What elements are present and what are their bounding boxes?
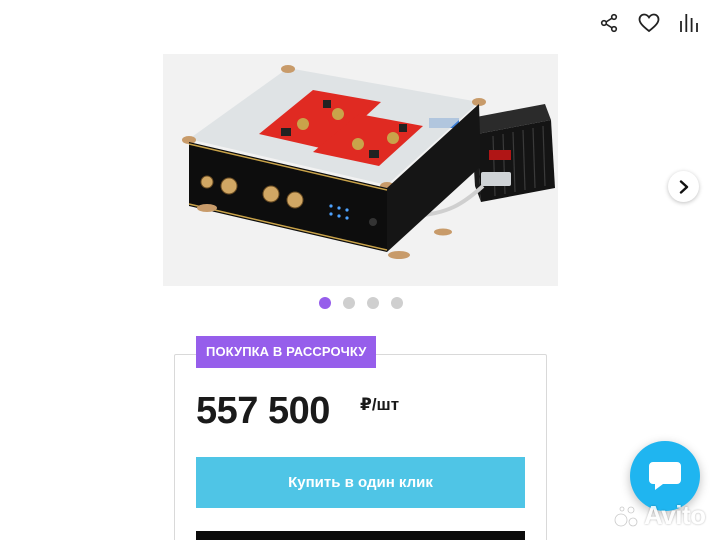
avito-logo-text: Avito <box>644 500 706 530</box>
secondary-button[interactable] <box>196 531 525 540</box>
buy-one-click-button[interactable]: Купить в один клик <box>196 457 525 508</box>
heart-icon <box>638 13 660 33</box>
chevron-right-icon <box>679 179 688 194</box>
price-unit: ₽/шт <box>360 395 400 414</box>
share-icon <box>600 13 618 33</box>
price-value: 557 500 <box>196 390 330 432</box>
price-card <box>174 354 547 540</box>
installment-badge: ПОКУПКА В РАССРОЧКУ <box>196 336 377 368</box>
avito-logo: Avito <box>614 500 706 531</box>
compare-button[interactable] <box>678 12 700 34</box>
gallery-dot[interactable] <box>319 297 331 309</box>
product-photo <box>163 54 558 286</box>
gallery-dot[interactable] <box>343 297 355 309</box>
gallery-dot[interactable] <box>367 297 379 309</box>
product-actions <box>598 12 700 34</box>
chat-bubble-icon <box>649 462 681 490</box>
compare-icon <box>680 14 698 32</box>
avito-dots-icon <box>614 506 638 526</box>
gallery-pagination <box>319 297 403 309</box>
share-button[interactable] <box>598 12 620 34</box>
product-gallery[interactable] <box>163 54 558 286</box>
favorite-button[interactable] <box>638 12 660 34</box>
gallery-dot[interactable] <box>391 297 403 309</box>
gallery-next-button[interactable] <box>668 171 699 202</box>
